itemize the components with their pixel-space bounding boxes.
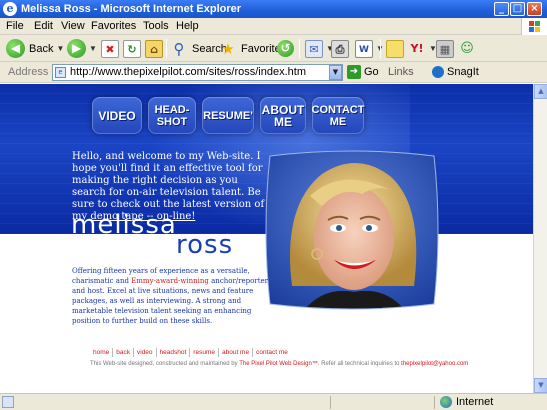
research-icon: ▦: [436, 39, 454, 58]
mail-button[interactable]: ✉ ▼: [305, 38, 334, 59]
home-icon: ⌂: [145, 39, 163, 58]
minimize-button[interactable]: _: [494, 2, 509, 16]
page-status-icon: [2, 396, 14, 408]
nav-headshot-button[interactable]: HEAD- SHOT: [148, 97, 196, 134]
history-icon: ↺: [277, 40, 294, 57]
menu-favorites[interactable]: Favorites: [91, 20, 136, 33]
stop-button[interactable]: ✖: [101, 38, 119, 59]
nav-about-me-button[interactable]: ABOUT ME: [260, 97, 306, 134]
yahoo-icon: Y!: [410, 41, 424, 55]
messenger-button[interactable]: ☺: [458, 38, 476, 59]
search-icon: ⚲: [173, 39, 185, 58]
back-dropdown-icon[interactable]: ▼: [56, 44, 64, 53]
credit-email-link[interactable]: thepixelpilot@yahoo.com: [401, 361, 468, 367]
address-dropdown-icon[interactable]: ▼: [329, 65, 342, 80]
home-button[interactable]: ⌂: [145, 38, 163, 59]
back-button[interactable]: ◀ Back ▼: [6, 38, 64, 59]
footer-credit: This Web-site designed, constructed and …: [90, 360, 468, 368]
print-icon: ⎙: [331, 39, 349, 58]
title-bar: e Melissa Ross - Microsoft Internet Expl…: [0, 0, 547, 18]
footer-link-contact-me[interactable]: contact me: [253, 348, 291, 357]
back-label: Back: [29, 42, 54, 55]
messenger-icon: ☺: [460, 40, 474, 56]
standard-toolbar: ◀ Back ▼ ▶ ▼ ✖ ↻ ⌂ ⚲ Search ★ Favorites …: [0, 35, 547, 62]
nav-contact-me-button[interactable]: CONTACT ME: [312, 97, 364, 134]
menu-tools[interactable]: Tools: [143, 20, 169, 33]
yahoo-button[interactable]: Y! ▼: [408, 38, 437, 59]
print-button[interactable]: ⎙: [331, 38, 349, 59]
menu-view[interactable]: View: [61, 20, 85, 33]
footer-link-home[interactable]: home: [90, 348, 114, 357]
toolbar-separator: [380, 39, 381, 58]
stop-icon: ✖: [101, 39, 119, 58]
footer-link-about-me[interactable]: about me: [219, 348, 254, 357]
address-bar: Address e http://www.thepixelpilot.com/s…: [0, 62, 547, 83]
credit-middle: . Refer all technical inquiries to: [317, 361, 402, 367]
close-button[interactable]: ×: [527, 2, 542, 16]
menu-edit[interactable]: Edit: [34, 20, 53, 33]
notes-button[interactable]: [386, 38, 404, 59]
bio-paragraph: Offering fifteen years of experience as …: [72, 266, 272, 326]
refresh-button[interactable]: ↻: [123, 38, 141, 59]
research-button[interactable]: ▦: [436, 38, 454, 59]
credit-prefix: This Web-site designed, constructed and …: [90, 361, 240, 367]
internet-globe-icon: [440, 396, 452, 408]
forward-arrow-icon: ▶: [67, 39, 86, 58]
zone-label: Internet: [456, 396, 494, 408]
nav-video-button[interactable]: VIDEO: [92, 97, 142, 134]
maximize-button[interactable]: □: [510, 2, 525, 16]
nav-resume-button[interactable]: RESUME': [202, 97, 254, 134]
ie-logo-icon: e: [3, 2, 17, 16]
scroll-down-icon[interactable]: ▼: [534, 378, 547, 393]
go-label: Go: [364, 66, 379, 78]
footer-link-headshot[interactable]: headshot: [157, 348, 191, 357]
address-url[interactable]: http://www.thepixelpilot.com/sites/ross/…: [70, 65, 306, 80]
refresh-icon: ↻: [123, 39, 141, 58]
page-icon: e: [55, 67, 66, 78]
footer-nav: home back video headshot resume about me…: [90, 348, 291, 357]
menu-file[interactable]: File: [6, 20, 24, 33]
status-divider: [434, 396, 435, 409]
snagit-icon: [432, 66, 444, 78]
name-first: melissa: [71, 210, 177, 240]
word-icon: W: [355, 39, 373, 58]
snagit-label: SnagIt: [447, 66, 479, 78]
address-label: Address: [8, 66, 49, 78]
toolbar-separator: [299, 39, 300, 58]
footer-link-resume[interactable]: resume: [190, 348, 219, 357]
go-button[interactable]: ➜ Go: [347, 65, 379, 79]
menu-help[interactable]: Help: [176, 20, 199, 33]
go-arrow-icon: ➜: [347, 65, 361, 79]
mail-icon: ✉: [305, 39, 323, 58]
menu-bar: File Edit View Favorites Tools Help: [0, 18, 547, 35]
toolbar-separator: [166, 39, 167, 58]
status-bar: Internet: [0, 393, 547, 410]
links-button[interactable]: Links: [388, 66, 414, 78]
history-button[interactable]: ↺: [277, 38, 294, 59]
back-arrow-icon: ◀: [6, 39, 25, 58]
footer-link-back[interactable]: back: [113, 348, 134, 357]
windows-logo-icon: [521, 18, 547, 35]
security-zone: Internet: [440, 396, 493, 408]
address-input[interactable]: e http://www.thepixelpilot.com/sites/ros…: [52, 64, 343, 81]
vertical-scrollbar[interactable]: ▲ ▼: [533, 84, 547, 393]
page-viewport: VIDEO HEAD- SHOT RESUME' ABOUT ME CONTAC…: [0, 84, 547, 393]
credit-company-link[interactable]: The Pixel Pilot Web Design™: [239, 361, 318, 367]
window-title: Melissa Ross - Microsoft Internet Explor…: [21, 3, 242, 15]
forward-button[interactable]: ▶ ▼: [67, 38, 97, 59]
headshot-photo: [265, 150, 439, 310]
favorites-star-icon: ★: [221, 39, 235, 58]
scroll-up-icon[interactable]: ▲: [534, 84, 547, 99]
footer-link-video[interactable]: video: [134, 348, 157, 357]
sticky-note-icon: [386, 39, 404, 58]
bio-emmy: Emmy-award-winning: [131, 277, 209, 285]
status-divider: [330, 396, 331, 409]
snagit-button[interactable]: SnagIt: [432, 66, 479, 78]
name-last: ross: [176, 230, 234, 260]
forward-dropdown-icon[interactable]: ▼: [89, 44, 97, 53]
